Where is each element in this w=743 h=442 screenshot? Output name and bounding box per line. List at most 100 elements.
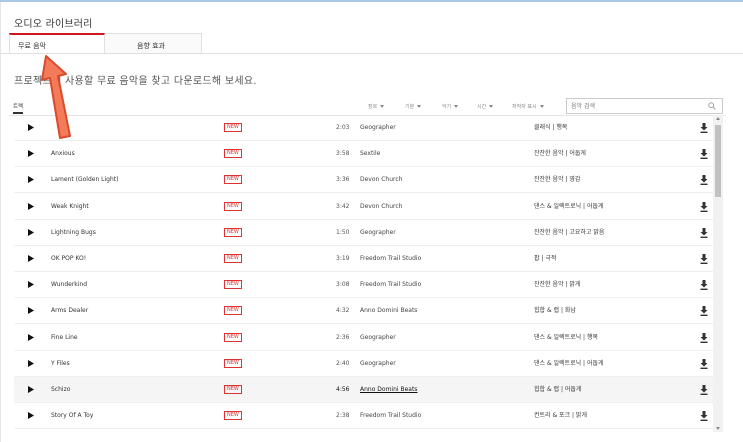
track-artist[interactable]: Geographer bbox=[360, 220, 396, 246]
caret-down-icon bbox=[539, 105, 544, 108]
track-row[interactable]: Weak Knight NEW 3:42 Devon Church 댄스 & 일렉트로닉… bbox=[14, 194, 713, 220]
caret-down-icon bbox=[489, 105, 494, 108]
track-duration: 2:03 bbox=[336, 124, 350, 131]
track-row[interactable]: Story Of A Toy NEW 2:38 Freedom Trail Studi… bbox=[14, 403, 713, 430]
track-artist[interactable]: Devon Church bbox=[360, 194, 402, 220]
track-row[interactable]: Anxious NEW 3:58 Sextile 잔잔한 음악 | 어둡게 bbox=[14, 141, 713, 168]
new-badge: NEW bbox=[224, 149, 242, 159]
download-icon[interactable] bbox=[700, 385, 708, 395]
play-icon[interactable] bbox=[28, 281, 34, 289]
play-icon[interactable] bbox=[28, 228, 34, 236]
scroll-up-arrow-icon[interactable] bbox=[716, 117, 720, 120]
filter-attribution[interactable]: 저작자 표시 bbox=[512, 103, 544, 110]
scroll-thumb[interactable] bbox=[715, 125, 721, 197]
filter-instrument-label: 악기 bbox=[442, 104, 452, 110]
track-row[interactable]: Lament (Golden Light) NEW 3:36 Devon Church… bbox=[14, 167, 713, 194]
track-duration: 3:58 bbox=[336, 150, 350, 158]
new-badge: NEW bbox=[224, 411, 242, 421]
download-icon[interactable] bbox=[700, 227, 708, 238]
track-duration: 3:42 bbox=[336, 202, 350, 210]
track-genre: 팝 | 극적 bbox=[534, 255, 557, 262]
track-genre: 댄스 & 일렉트로닉 | 어둡게 bbox=[534, 202, 604, 210]
download-icon[interactable] bbox=[700, 254, 708, 264]
download-icon[interactable] bbox=[700, 149, 708, 160]
track-artist[interactable]: Freedom Trail Studio bbox=[360, 403, 421, 429]
track-genre: 댄스 & 일렉트로닉 | 행복 bbox=[534, 333, 599, 341]
tab-free-music[interactable]: 무료 음악 bbox=[9, 33, 105, 54]
track-row[interactable]: Fine Line NEW 2:36 Geographer 댄스 & 일렉트로닉 | 행… bbox=[14, 325, 713, 351]
track-row[interactable]: Arms Dealer NEW 4:32 Anno Domini Beats 힙합 & … bbox=[14, 298, 713, 325]
filter-mood[interactable]: 기분 bbox=[405, 103, 422, 110]
search-input[interactable] bbox=[571, 101, 701, 111]
new-badge: NEW bbox=[224, 306, 242, 316]
new-badge: NEW bbox=[224, 201, 242, 211]
track-genre: 힙합 & 랩 | 화남 bbox=[534, 307, 576, 315]
track-artist[interactable]: Anno Domini Beats bbox=[360, 377, 417, 403]
play-icon[interactable] bbox=[28, 124, 34, 131]
download-icon[interactable] bbox=[700, 123, 708, 133]
download-icon[interactable] bbox=[700, 332, 708, 343]
track-duration: 4:56 bbox=[336, 386, 350, 393]
track-row[interactable]: OK POP KO! NEW 3:19 Freedom Trail Studio 팝 |… bbox=[14, 246, 713, 272]
search-icon[interactable] bbox=[708, 102, 716, 110]
new-badge: NEW bbox=[224, 227, 242, 237]
play-icon[interactable] bbox=[28, 307, 34, 315]
download-icon[interactable] bbox=[700, 358, 708, 369]
track-title: Y Files bbox=[51, 359, 70, 367]
scrollbar[interactable] bbox=[713, 115, 723, 432]
play-icon[interactable] bbox=[28, 202, 34, 210]
track-artist[interactable]: Freedom Trail Studio bbox=[360, 246, 421, 272]
track-duration: 2:38 bbox=[336, 412, 350, 420]
download-icon[interactable] bbox=[700, 411, 708, 422]
track-artist[interactable]: Freedom Trail Studio bbox=[360, 272, 421, 298]
track-duration: 4:32 bbox=[336, 307, 350, 315]
filter-instrument[interactable]: 악기 bbox=[442, 103, 459, 110]
play-icon[interactable] bbox=[28, 333, 34, 341]
track-genre: 댄스 & 일렉트로닉 | 어둡게 bbox=[534, 359, 604, 367]
track-genre: 잔잔한 음악 | 어둡게 bbox=[534, 150, 586, 158]
track-list: NEW 2:03 Geographer 클래식 | 행복 Anxious NEW 3:58 S… bbox=[14, 115, 713, 442]
track-artist[interactable]: Geographer bbox=[360, 351, 396, 377]
track-title: Anxious bbox=[51, 150, 75, 158]
track-row[interactable]: NEW 2:03 Geographer 클래식 | 행복 bbox=[14, 115, 713, 141]
play-icon[interactable] bbox=[28, 359, 34, 367]
track-title: Lament (Golden Light) bbox=[51, 176, 119, 184]
track-title: Wunderkind bbox=[51, 281, 88, 289]
track-title: Arms Dealer bbox=[51, 307, 89, 315]
track-genre: 클래식 | 행복 bbox=[534, 124, 568, 131]
track-artist[interactable]: Anno Domini Beats bbox=[360, 298, 417, 324]
new-badge: NEW bbox=[224, 358, 242, 368]
download-icon[interactable] bbox=[700, 201, 708, 212]
track-artist[interactable]: Devon Church bbox=[360, 167, 402, 193]
track-row[interactable]: Wunderkind NEW 3:08 Freedom Trail Studio 잔잔한… bbox=[14, 272, 713, 299]
play-icon[interactable] bbox=[28, 386, 34, 393]
tab-sound-effects[interactable]: 음향 효과 bbox=[105, 33, 202, 54]
filter-duration[interactable]: 시간 bbox=[477, 103, 494, 110]
play-icon[interactable] bbox=[28, 150, 34, 158]
track-artist[interactable]: Geographer bbox=[360, 325, 396, 351]
new-badge: NEW bbox=[224, 123, 242, 132]
new-badge: NEW bbox=[224, 385, 242, 394]
play-icon[interactable] bbox=[28, 176, 34, 184]
track-duration: 1:50 bbox=[336, 228, 350, 236]
filter-genre[interactable]: 장르 bbox=[368, 103, 385, 110]
caret-down-icon bbox=[380, 105, 385, 108]
new-badge: NEW bbox=[224, 175, 242, 185]
filter-duration-label: 시간 bbox=[477, 104, 487, 110]
track-row[interactable]: Y Files NEW 2:40 Geographer 댄스 & 일렉트로닉 | 어둡게 bbox=[14, 351, 713, 377]
download-icon[interactable] bbox=[700, 280, 708, 291]
track-title: Lightning Bugs bbox=[51, 228, 96, 236]
filter-mood-label: 기분 bbox=[405, 104, 415, 110]
play-icon[interactable] bbox=[28, 412, 34, 420]
download-icon[interactable] bbox=[700, 306, 708, 317]
scroll-down-arrow-icon[interactable] bbox=[716, 427, 720, 430]
track-artist[interactable]: Sextile bbox=[360, 141, 380, 167]
play-icon[interactable] bbox=[28, 255, 34, 262]
download-icon[interactable] bbox=[700, 175, 708, 186]
tabs-divider bbox=[1, 53, 743, 54]
track-artist[interactable]: Geographer bbox=[360, 115, 396, 141]
track-row[interactable]: Schizo NEW 4:56 Anno Domini Beats 힙합 & 랩 | 어… bbox=[14, 377, 713, 403]
tab-tracks[interactable]: 트랙 bbox=[13, 102, 24, 114]
search-box bbox=[566, 98, 723, 114]
track-row[interactable]: Lightning Bugs NEW 1:50 Geographer 잔잔한 음악 | … bbox=[14, 220, 713, 246]
